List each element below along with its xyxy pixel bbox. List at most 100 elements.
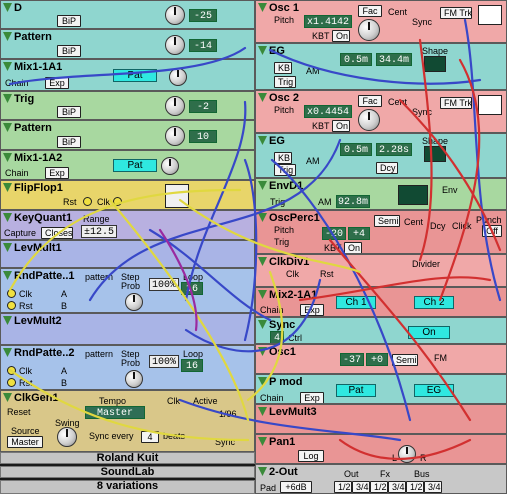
semi-button[interactable]: Semi: [392, 354, 418, 366]
out-12-button[interactable]: 1/2: [334, 481, 352, 493]
pan-knob[interactable]: [398, 445, 416, 463]
kbt-on-button[interactable]: On: [332, 30, 350, 42]
bip-button[interactable]: BiP: [57, 45, 81, 57]
module-mix1-1a2[interactable]: Mix1-1A2 Chain Exp Pat: [0, 150, 255, 180]
collapse-icon[interactable]: [3, 271, 12, 280]
pad-button[interactable]: +6dB: [280, 481, 312, 493]
trig-button[interactable]: Trig: [274, 76, 296, 88]
module-levmult3[interactable]: LevMult3: [255, 404, 507, 434]
collapse-icon[interactable]: [3, 94, 12, 103]
module-d[interactable]: D BiP -25: [0, 0, 255, 29]
module-pmod[interactable]: P mod Chain Exp Pat EG: [255, 374, 507, 404]
module-eg2[interactable]: EG KB Trig AM 0.5m 2.28s Dcy Shape: [255, 133, 507, 178]
module-levmult1[interactable]: LevMult1: [0, 240, 255, 268]
fac-button[interactable]: Fac: [358, 5, 382, 17]
collapse-icon[interactable]: [258, 290, 267, 299]
module-osc1-b[interactable]: Osc1 -37 +0 Semi FM: [255, 344, 507, 374]
source-button[interactable]: Master: [7, 436, 43, 448]
collapse-icon[interactable]: [3, 32, 12, 41]
collapse-icon[interactable]: [258, 257, 267, 266]
level-knob[interactable]: [165, 96, 185, 116]
clk-jack[interactable]: [113, 197, 122, 206]
collapse-icon[interactable]: [3, 62, 12, 71]
collapse-icon[interactable]: [3, 123, 12, 132]
mix-knob[interactable]: [161, 157, 179, 175]
waveform-icon[interactable]: [478, 5, 502, 25]
collapse-icon[interactable]: [3, 348, 12, 357]
collapse-icon[interactable]: [3, 153, 12, 162]
bip-button[interactable]: BiP: [57, 106, 81, 118]
module-pattern[interactable]: Pattern BiP -14: [0, 29, 255, 59]
waveform-icon[interactable]: [478, 95, 502, 115]
on-display[interactable]: On: [408, 326, 450, 339]
collapse-icon[interactable]: [258, 46, 267, 55]
clk-jack[interactable]: [7, 289, 16, 298]
collapse-icon[interactable]: [3, 393, 12, 402]
kb-button[interactable]: KB: [274, 62, 292, 74]
fx-12-button[interactable]: 1/2: [370, 481, 388, 493]
collapse-icon[interactable]: [258, 3, 267, 12]
module-2-out[interactable]: 2-Out Pad +6dB Out Fx Bus 1/2 3/4 1/2 3/…: [255, 464, 507, 494]
semi-button[interactable]: Semi: [374, 215, 400, 227]
mix-knob[interactable]: [169, 68, 187, 86]
module-keyquant1[interactable]: KeyQuant1 Capture Closes Range ±12.5: [0, 210, 255, 240]
module-mix2-1a1[interactable]: Mix2-1A1 Chain Exp Ch 1 Ch 2: [255, 287, 507, 317]
kbt-on-button[interactable]: On: [344, 242, 362, 253]
closes-button[interactable]: Closes: [41, 227, 73, 239]
module-mix1-1a1[interactable]: Mix1-1A1 Chain Exp Pat: [0, 59, 255, 91]
module-oscperc1[interactable]: OscPerc1 Pitch Trig -20 +4 Semi Cent KBT…: [255, 210, 507, 254]
exp-button[interactable]: Exp: [300, 304, 324, 316]
collapse-icon[interactable]: [258, 320, 267, 329]
dcy-button[interactable]: Dcy: [376, 162, 398, 174]
module-sync[interactable]: Sync 4 Ctrl On: [255, 317, 507, 344]
collapse-icon[interactable]: [258, 213, 267, 222]
collapse-icon[interactable]: [258, 407, 267, 416]
step-knob[interactable]: [125, 293, 143, 311]
log-button[interactable]: Log: [298, 450, 324, 462]
rst-jack[interactable]: [7, 301, 16, 310]
module-clkdiv1[interactable]: ClkDiv1 Clk Rst Divider: [255, 254, 507, 287]
collapse-icon[interactable]: [3, 3, 12, 12]
fine-knob[interactable]: [358, 109, 380, 131]
exp-button[interactable]: Exp: [45, 77, 69, 89]
level-knob[interactable]: [165, 126, 185, 146]
module-rndpattern2[interactable]: RndPatte..2 pattern Step Prob 100% Loop …: [0, 345, 255, 390]
rst-jack[interactable]: [7, 378, 16, 387]
out-34-button[interactable]: 3/4: [352, 481, 370, 493]
step-knob[interactable]: [125, 370, 143, 388]
collapse-icon[interactable]: [3, 316, 12, 325]
module-pan1[interactable]: Pan1 Log L R: [255, 434, 507, 464]
sync-every-selector[interactable]: 4: [141, 431, 159, 443]
collapse-icon[interactable]: [258, 181, 267, 190]
level-knob[interactable]: [165, 35, 185, 55]
collapse-icon[interactable]: [3, 183, 12, 192]
rst-jack[interactable]: [83, 197, 92, 206]
collapse-icon[interactable]: [258, 377, 267, 386]
fm-trk-button[interactable]: FM Trk: [440, 97, 472, 109]
module-osc2[interactable]: Osc 2 Pitch x0.4454 Fac Cent KBT On Sync…: [255, 90, 507, 133]
module-trig[interactable]: Trig BiP -2: [0, 91, 255, 120]
collapse-icon[interactable]: [258, 136, 267, 145]
fm-trk-button[interactable]: FM Trk: [440, 7, 472, 19]
collapse-icon[interactable]: [3, 213, 12, 222]
kbt-on-button[interactable]: On: [332, 120, 350, 132]
bus-12-button[interactable]: 1/2: [406, 481, 424, 493]
module-rndpattern1[interactable]: RndPatte..1 pattern Step Prob 100% Loop …: [0, 268, 255, 313]
module-eg1[interactable]: EG KB Trig AM 0.5m 34.4m Shape: [255, 43, 507, 90]
exp-button[interactable]: Exp: [300, 392, 324, 403]
kb-button[interactable]: KB: [274, 152, 292, 164]
module-envd1[interactable]: EnvD1 Trig AM 92.8m Env: [255, 178, 507, 210]
trig-button[interactable]: Trig: [274, 164, 296, 176]
module-clkgen1[interactable]: ClkGen1 Reset Tempo Master Clk Active 1/…: [0, 390, 255, 452]
fine-knob[interactable]: [358, 19, 380, 41]
bip-button[interactable]: BiP: [57, 136, 81, 148]
module-pattern-2[interactable]: Pattern BiP 10: [0, 120, 255, 150]
module-osc1[interactable]: Osc 1 Pitch x1.4142 Fac Cent KBT On Sync…: [255, 0, 507, 43]
level-knob[interactable]: [165, 5, 185, 25]
collapse-icon[interactable]: [258, 347, 267, 356]
exp-button[interactable]: Exp: [45, 167, 69, 179]
collapse-icon[interactable]: [258, 93, 267, 102]
bus-34-button[interactable]: 3/4: [424, 481, 442, 493]
module-levmult2[interactable]: LevMult2: [0, 313, 255, 345]
collapse-icon[interactable]: [258, 437, 267, 446]
